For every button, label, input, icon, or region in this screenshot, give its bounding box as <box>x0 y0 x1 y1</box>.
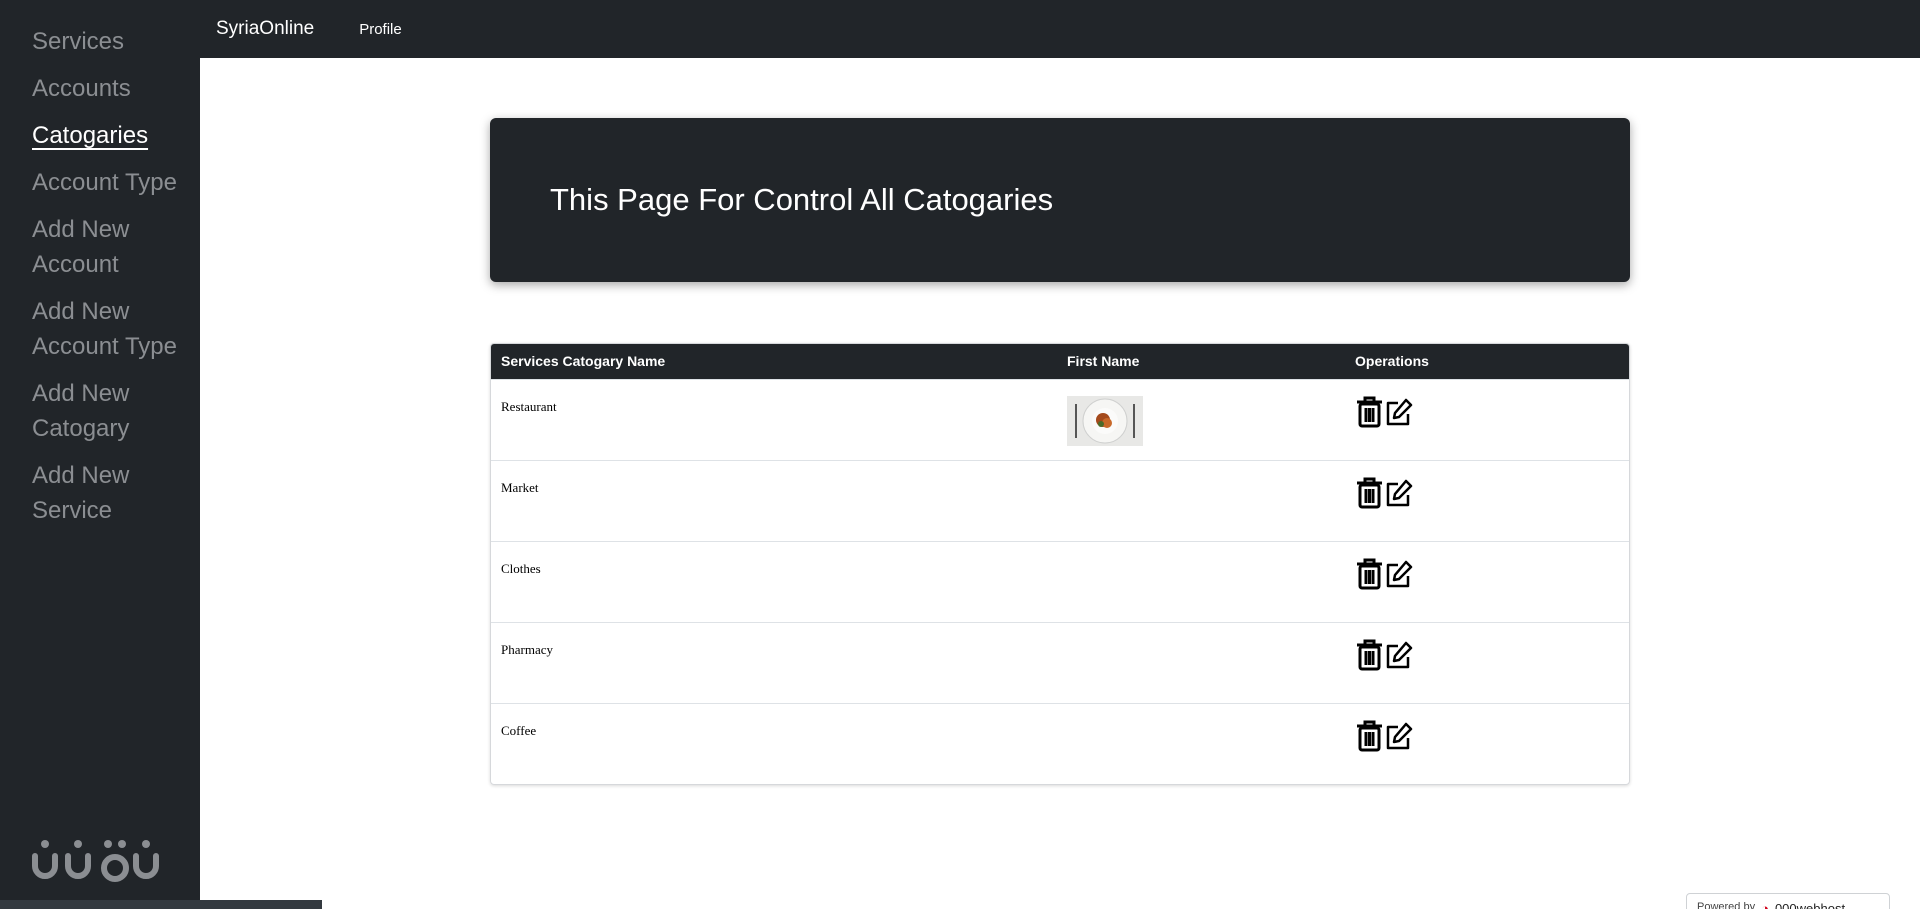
trash-icon[interactable] <box>1355 720 1384 752</box>
page-header-card: This Page For Control All Catogaries <box>490 118 1630 282</box>
operations-cell <box>1345 379 1629 460</box>
category-image-cell <box>1057 460 1345 541</box>
edit-icon[interactable] <box>1384 558 1413 590</box>
footer-strip <box>0 900 322 909</box>
table-row: Coffee <box>491 703 1629 784</box>
host-logo-icon: ◔ <box>1761 901 1769 909</box>
category-image-cell <box>1057 541 1345 622</box>
nav-link-profile[interactable]: Profile <box>359 21 402 38</box>
trash-icon[interactable] <box>1355 558 1384 590</box>
table-row: Clothes <box>491 541 1629 622</box>
sidebar-item-catogaries[interactable]: Catogaries <box>0 114 200 161</box>
navbar-brand[interactable]: SyriaOnline <box>216 18 314 40</box>
sidebar-item-add-new-catogary[interactable]: Add New Catogary <box>0 372 200 454</box>
category-image-cell <box>1057 703 1345 784</box>
operations-cell <box>1345 622 1629 703</box>
table-row: Market <box>491 460 1629 541</box>
page-title: This Page For Control All Catogaries <box>550 182 1054 217</box>
brand-logo-icon <box>32 840 159 882</box>
category-image-cell <box>1057 379 1345 460</box>
column-header-first-name: First Name <box>1067 353 1140 370</box>
category-image-cell <box>1057 622 1345 703</box>
trash-icon[interactable] <box>1355 477 1384 509</box>
column-header-name: Services Catogary Name <box>501 353 666 370</box>
sidebar: Services Accounts Catogaries Account Typ… <box>0 0 322 909</box>
table-row: Pharmacy <box>491 622 1629 703</box>
table-header-row: Services Catogary Name First Name Operat… <box>491 344 1629 379</box>
trash-icon[interactable] <box>1355 396 1384 428</box>
category-thumbnail <box>1067 395 1143 446</box>
top-navbar: SyriaOnline Profile <box>200 0 1920 58</box>
sidebar-nav: Services Accounts Catogaries Account Typ… <box>0 0 200 536</box>
operations-cell <box>1345 460 1629 541</box>
category-name: Clothes <box>501 560 541 576</box>
sidebar-item-services[interactable]: Services <box>0 20 200 67</box>
powered-by-badge[interactable]: Powered by ◔ 000webhost <box>1686 893 1890 909</box>
operations-cell <box>1345 703 1629 784</box>
edit-icon[interactable] <box>1384 477 1413 509</box>
edit-icon[interactable] <box>1384 639 1413 671</box>
sidebar-item-add-new-service[interactable]: Add New Service <box>0 454 200 536</box>
categories-table: Services Catogary Name First Name Operat… <box>490 343 1630 785</box>
edit-icon[interactable] <box>1384 396 1413 428</box>
host-name: 000webhost <box>1774 901 1846 909</box>
operations-cell <box>1345 541 1629 622</box>
powered-by-label: Powered by <box>1697 901 1756 909</box>
sidebar-item-add-new-account[interactable]: Add New Account <box>0 208 200 290</box>
sidebar-item-account-type[interactable]: Account Type <box>0 161 200 208</box>
sidebar-item-accounts[interactable]: Accounts <box>0 67 200 114</box>
category-name: Pharmacy <box>501 641 553 657</box>
edit-icon[interactable] <box>1384 720 1413 752</box>
sidebar-item-add-new-account-type[interactable]: Add New Account Type <box>0 290 200 372</box>
category-name: Restaurant <box>501 398 557 414</box>
column-header-operations: Operations <box>1355 353 1429 370</box>
table-row: Restaurant <box>491 379 1629 460</box>
trash-icon[interactable] <box>1355 639 1384 671</box>
category-name: Coffee <box>501 722 537 738</box>
category-name: Market <box>501 479 539 495</box>
